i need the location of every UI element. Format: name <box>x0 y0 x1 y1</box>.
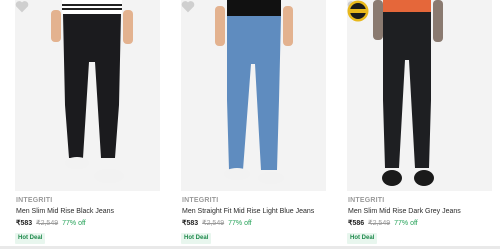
top-shirt <box>383 0 431 12</box>
left-shoe <box>65 157 89 169</box>
price-row: ₹586 ₹2,549 77% off <box>348 219 418 227</box>
tattooed-right-arm <box>433 0 443 42</box>
right-shoe <box>258 172 284 184</box>
discount-label: 77% off <box>228 220 252 227</box>
hot-deal-badge: Hot Deal <box>181 233 212 244</box>
left-arm <box>215 6 225 46</box>
product-image[interactable] <box>181 0 326 191</box>
brand-name: INTEGRITI <box>348 197 385 204</box>
price-row: ₹583 ₹2,549 77% off <box>16 219 86 227</box>
wishlist-heart-icon[interactable] <box>15 0 29 13</box>
selling-price: ₹583 <box>16 220 33 227</box>
product-card[interactable]: INTEGRITI Men Slim Mid Rise Dark Grey Je… <box>347 0 492 249</box>
top-shirt <box>227 0 281 16</box>
right-shoe <box>414 170 434 186</box>
top-shirt <box>62 0 122 14</box>
product-image[interactable] <box>347 0 492 191</box>
price-row: ₹583 ₹2,549 77% off <box>182 219 252 227</box>
product-name[interactable]: Men Slim Mid Rise Dark Grey Jeans <box>348 208 461 215</box>
mrp-price: ₹2,549 <box>202 220 225 227</box>
left-shoe <box>224 168 250 180</box>
discount-label: 77% off <box>62 220 86 227</box>
jeans <box>383 12 431 168</box>
hot-deal-badge: Hot Deal <box>347 233 378 244</box>
left-arm <box>51 10 61 42</box>
wishlist-heart-icon[interactable] <box>181 0 195 13</box>
model-jeans-illustration <box>215 0 293 184</box>
product-name[interactable]: Men Slim Mid Rise Black Jeans <box>16 208 114 215</box>
selling-price: ₹586 <box>348 220 365 227</box>
jeans <box>63 14 121 158</box>
hot-deal-badge: Hot Deal <box>15 233 46 244</box>
tattooed-left-arm <box>373 0 383 40</box>
model-jeans-illustration <box>373 0 443 186</box>
brand-name: INTEGRITI <box>182 197 219 204</box>
product-name[interactable]: Men Straight Fit Mid Rise Light Blue Jea… <box>182 208 314 215</box>
product-image[interactable] <box>15 0 160 191</box>
discount-label: 77% off <box>394 220 418 227</box>
brand-assurance-badge-icon <box>347 0 369 22</box>
shirt-stripe <box>62 8 122 10</box>
model-jeans-illustration <box>51 0 133 183</box>
right-arm <box>123 10 133 44</box>
right-arm <box>283 6 293 46</box>
selling-price: ₹583 <box>182 220 199 227</box>
mrp-price: ₹2,549 <box>36 220 59 227</box>
shirt-stripe <box>62 4 122 6</box>
jeans <box>227 16 281 170</box>
brand-name: INTEGRITI <box>16 197 53 204</box>
mrp-price: ₹2,549 <box>368 220 391 227</box>
product-card[interactable]: INTEGRITI Men Slim Mid Rise Black Jeans … <box>15 0 160 249</box>
product-card[interactable]: INTEGRITI Men Straight Fit Mid Rise Ligh… <box>181 0 326 249</box>
right-shoe <box>94 169 124 183</box>
left-shoe <box>382 170 402 186</box>
